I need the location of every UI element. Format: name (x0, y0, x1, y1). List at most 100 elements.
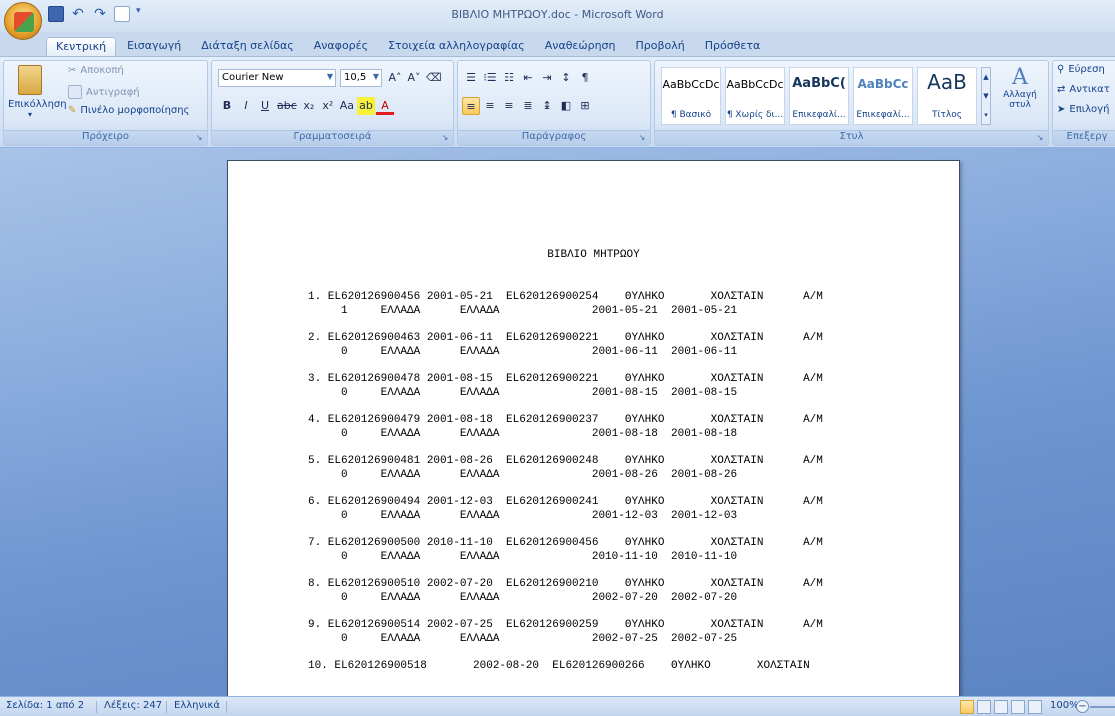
tab-view[interactable]: Προβολή (627, 37, 694, 57)
style-normal[interactable]: AaBbCcDc ¶ Βασικό (661, 67, 721, 125)
line-spacing-icon[interactable]: ↨ (538, 97, 556, 115)
styles-scroll[interactable]: ▲ ▼ ▾ (981, 67, 991, 125)
page-count[interactable]: Σελίδα: 1 από 2 (6, 700, 84, 711)
bullets-icon[interactable]: ☰ (462, 69, 480, 87)
record-line-2: 0 ΕΛΛΑΔΑ ΕΛΛΑΔΑ 2010-11-10 2010-11-10 (308, 551, 738, 563)
document-page[interactable]: ΒΙΒΛΙΟ ΜΗΤΡΩΟΥ 1. EL620126900456 2001-05… (227, 160, 960, 696)
highlight-icon[interactable]: ab (357, 97, 376, 115)
paste-icon (18, 65, 42, 95)
print-layout-icon[interactable] (960, 700, 974, 714)
style-name: Επικεφαλί... (792, 110, 846, 120)
office-button[interactable] (4, 2, 42, 40)
style-name: ¶ Χωρίς δι... (726, 110, 784, 120)
copy-label: Αντιγραφή (86, 86, 140, 98)
font-name-combo[interactable]: Courier New ▼ (218, 69, 336, 87)
numbering-icon[interactable]: ⁝☰ (481, 69, 499, 87)
paste-label: Επικόλληση (8, 99, 67, 110)
format-painter-button[interactable]: ✎ Πινέλο μορφοποίησης (68, 105, 189, 116)
document-workspace: ΒΙΒΛΙΟ ΜΗΤΡΩΟΥ 1. EL620126900456 2001-05… (0, 148, 1115, 696)
list-item: 3. EL620126900478 2001-08-15 EL620126900… (308, 373, 928, 414)
dialog-launcher-icon[interactable]: ↘ (194, 133, 204, 143)
change-styles-label: Αλλαγή στυλ (1003, 90, 1037, 110)
tab-page-layout[interactable]: Διάταξη σελίδας (192, 37, 303, 57)
multilevel-list-icon[interactable]: ☷ (500, 69, 518, 87)
align-tools: ≡ ≡ ≡ ≣ ↨ ◧ ⊞ (462, 97, 594, 115)
font-size-tools: A˄ A˅ ⌫ (386, 69, 444, 87)
format-painter-label: Πινέλο μορφοποίησης (80, 105, 190, 116)
outline-icon[interactable] (1011, 700, 1025, 714)
change-case-icon[interactable]: Aa (338, 97, 356, 115)
binoculars-icon: ⚲ (1057, 64, 1065, 75)
tab-insert[interactable]: Εισαγωγή (118, 37, 190, 57)
record-line-1: 7. EL620126900500 2010-11-10 EL620126900… (308, 537, 823, 549)
style-title[interactable]: AaB Τίτλος (917, 67, 977, 125)
record-line-1: 1. EL620126900456 2001-05-21 EL620126900… (308, 291, 823, 303)
record-line-2: 0 ΕΛΛΑΔΑ ΕΛΛΑΔΑ 2001-08-18 2001-08-18 (308, 428, 738, 440)
increase-indent-icon[interactable]: ⇥ (538, 69, 556, 87)
bold-icon[interactable]: B (218, 97, 236, 115)
align-center-icon[interactable]: ≡ (481, 97, 499, 115)
draft-icon[interactable] (1028, 700, 1042, 714)
style-no-spacing[interactable]: AaBbCcDc ¶ Χωρίς δι... (725, 67, 785, 125)
record-line-1: 5. EL620126900481 2001-08-26 EL620126900… (308, 455, 823, 467)
tab-addins[interactable]: Πρόσθετα (696, 37, 770, 57)
sort-icon[interactable]: ↕ (557, 69, 575, 87)
strikethrough-icon[interactable]: abc (275, 97, 299, 115)
change-styles-icon: A (1012, 65, 1028, 90)
list-item: 7. EL620126900500 2010-11-10 EL620126900… (308, 537, 928, 578)
list-item: 8. EL620126900510 2002-07-20 EL620126900… (308, 578, 928, 619)
zoom-out-icon[interactable]: − (1076, 700, 1089, 713)
shading-icon[interactable]: ◧ (557, 97, 575, 115)
web-layout-icon[interactable] (994, 700, 1008, 714)
word-count[interactable]: Λέξεις: 247 (104, 700, 162, 711)
show-marks-icon[interactable]: ¶ (576, 69, 594, 87)
grow-font-icon[interactable]: A˄ (386, 69, 404, 87)
justify-icon[interactable]: ≣ (519, 97, 537, 115)
paste-button[interactable]: Επικόλληση ▾ (8, 65, 67, 127)
find-button[interactable]: ⚲ Εύρεση (1057, 64, 1105, 75)
zoom-level[interactable]: 100% (1050, 700, 1079, 711)
full-screen-reading-icon[interactable] (977, 700, 991, 714)
copy-button[interactable]: Αντιγραφή (68, 85, 140, 99)
dialog-launcher-icon[interactable]: ↘ (1035, 133, 1045, 143)
replace-button[interactable]: ⇄ Αντικατ (1057, 84, 1110, 95)
list-item: 2. EL620126900463 2001-06-11 EL620126900… (308, 332, 928, 373)
shrink-font-icon[interactable]: A˅ (405, 69, 423, 87)
borders-icon[interactable]: ⊞ (576, 97, 594, 115)
superscript-icon[interactable]: x² (319, 97, 337, 115)
align-left-icon[interactable]: ≡ (462, 97, 480, 115)
style-heading-2[interactable]: AaBbCc Επικεφαλί... (853, 67, 913, 125)
tab-references[interactable]: Αναφορές (305, 37, 377, 57)
subscript-icon[interactable]: x₂ (300, 97, 318, 115)
align-right-icon[interactable]: ≡ (500, 97, 518, 115)
list-tools: ☰ ⁝☰ ☷ ⇤ ⇥ ↕ ¶ (462, 69, 594, 87)
style-heading-1[interactable]: AaBbC( Επικεφαλί... (789, 67, 849, 125)
dialog-launcher-icon[interactable]: ↘ (637, 133, 647, 143)
styles-group-label: Στυλ (655, 130, 1048, 145)
clear-formatting-icon[interactable]: ⌫ (424, 69, 444, 87)
dialog-launcher-icon[interactable]: ↘ (440, 133, 450, 143)
cut-button[interactable]: ✂ Αποκοπή (68, 65, 124, 76)
paragraph-group: ☰ ⁝☰ ☷ ⇤ ⇥ ↕ ¶ ≡ ≡ ≡ ≣ ↨ ◧ ⊞ Παράγραφος … (457, 60, 651, 146)
font-color-icon[interactable]: A (376, 97, 395, 115)
italic-icon[interactable]: I (237, 97, 255, 115)
copy-icon (68, 85, 82, 99)
tab-mailings[interactable]: Στοιχεία αλληλογραφίας (379, 37, 534, 57)
change-styles-button[interactable]: A Αλλαγή στυλ (995, 65, 1045, 110)
decrease-indent-icon[interactable]: ⇤ (519, 69, 537, 87)
language-indicator[interactable]: Ελληνικά (174, 700, 220, 711)
font-name-value: Courier New (222, 72, 284, 83)
window-title: ΒΙΒΛΙΟ ΜΗΤΡΩΟΥ.doc - Microsoft Word (451, 8, 664, 21)
status-divider (96, 701, 97, 713)
ribbon: Επικόλληση ▾ ✂ Αποκοπή Αντιγραφή ✎ Πινέλο … (0, 56, 1115, 148)
record-line-1: 9. EL620126900514 2002-07-25 EL620126900… (308, 619, 823, 631)
underline-icon[interactable]: U (256, 97, 274, 115)
select-button[interactable]: ➤ Επιλογή (1057, 104, 1109, 115)
editing-group: ⚲ Εύρεση ⇄ Αντικατ ➤ Επιλογή Επεξεργ (1052, 60, 1115, 146)
tab-review[interactable]: Αναθεώρηση (536, 37, 625, 57)
clipboard-group: Επικόλληση ▾ ✂ Αποκοπή Αντιγραφή ✎ Πινέλο … (3, 60, 208, 146)
tab-home[interactable]: Κεντρική (46, 37, 117, 57)
zoom-slider[interactable] (1090, 706, 1115, 708)
ribbon-tabs: Κεντρική Εισαγωγή Διάταξη σελίδας Αναφορ… (46, 37, 769, 57)
font-size-combo[interactable]: 10,5 ▼ (340, 69, 382, 87)
